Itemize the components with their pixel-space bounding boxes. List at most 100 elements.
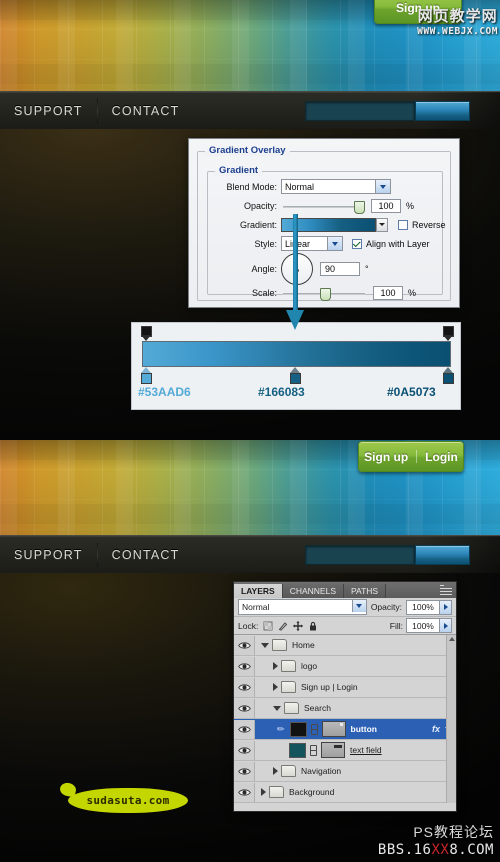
search-button-bottom[interactable] [415,545,470,565]
eye-icon[interactable] [234,719,255,739]
table-row[interactable]: Search [234,698,456,719]
tab-layers[interactable]: LAYERS [234,584,283,598]
table-row[interactable]: logo [234,656,456,677]
disclosure-triangle-icon[interactable] [273,683,278,691]
layers-opacity-input[interactable]: 100% [406,599,440,615]
eye-icon[interactable] [234,656,255,676]
gradient-color-stop-left[interactable] [140,367,152,384]
eye-icon[interactable] [234,635,255,655]
layers-blend-mode-select[interactable]: Normal [238,599,367,615]
site-navbar-top: SUPPORT CONTACT [0,91,500,131]
lock-label: Lock: [238,620,259,631]
table-row[interactable]: Navigation [234,761,456,782]
link-icon[interactable] [310,744,317,756]
scale-input[interactable]: 100 [373,285,403,300]
layer-name: Navigation [301,766,342,776]
search-input-bottom[interactable] [305,545,415,565]
table-row-selected[interactable]: ✏ button fx [234,719,456,740]
photoshop-layers-panel: LAYERS CHANNELS PATHS Normal Opacity: 10… [233,581,457,812]
blend-mode-select[interactable]: Normal [281,179,391,194]
nav-item-support[interactable]: SUPPORT [0,92,97,130]
gradient-preview-bar[interactable] [142,341,451,367]
angle-label: Angle: [251,264,277,274]
disclosure-triangle-icon[interactable] [261,788,266,796]
gradient-color-stop-mid[interactable] [289,367,301,384]
eye-icon[interactable] [234,677,255,697]
lock-transparent-pixels-icon[interactable] [263,621,273,631]
watermark-top: 网页教学网 WWW.WEBJX.COM [417,5,498,37]
scale-label: Scale: [251,287,277,298]
sudasuta-logo: sudasuta.com [68,788,188,813]
nav-item-contact[interactable]: CONTACT [98,536,194,574]
nav-item-contact[interactable]: CONTACT [98,92,194,130]
layers-scrollbar[interactable] [446,635,456,803]
chevron-down-icon[interactable] [351,600,366,612]
eye-icon[interactable] [234,698,255,718]
panel-menu-icon[interactable] [440,585,452,595]
layer-thumbnail[interactable] [289,721,307,737]
gradient-color-stop-right[interactable] [442,367,454,384]
watermark-bbs-pre: BBS.16 [377,842,432,858]
table-row[interactable]: Background [234,782,456,803]
layers-opacity-label: Opacity: [370,602,402,612]
layers-fill-input[interactable]: 100% [406,618,440,633]
table-row[interactable]: Sign up | Login [234,677,456,698]
layer-mask-thumbnail[interactable] [321,742,345,758]
fill-label: Fill: [389,620,403,631]
folder-icon [281,681,296,693]
link-icon[interactable] [310,723,318,735]
align-with-layer-checkbox[interactable] [352,238,362,249]
layer-thumbnail[interactable] [289,742,306,758]
disclosure-triangle-icon[interactable] [273,705,281,711]
lock-position-move-icon[interactable] [293,620,304,631]
gradient-opacity-stop-left[interactable] [140,326,152,341]
nav-item-support[interactable]: SUPPORT [0,536,97,574]
scroll-up-arrow-icon[interactable] [449,637,455,641]
watermark-top-en: WWW.WEBJX.COM [417,26,498,37]
gradient-overlay-dialog: Gradient Overlay Gradient Blend Mode: No… [188,138,460,308]
style-select[interactable]: Linear [281,236,343,251]
opacity-input[interactable]: 100 [371,198,401,213]
brush-indicator-icon: ✏ [277,723,285,734]
eye-icon[interactable] [234,761,255,781]
search-widget-top [305,101,470,121]
watermark-bottom: PS教程论坛 BBS.16XX8.COM [378,822,494,858]
search-input-top[interactable] [305,101,415,121]
search-button-top[interactable] [415,101,470,121]
reverse-checkbox[interactable] [398,219,408,230]
disclosure-triangle-icon[interactable] [273,767,278,775]
eye-icon[interactable] [234,782,255,802]
gradient-hex-label-mid: #166083 [258,385,305,399]
layer-mask-thumbnail[interactable] [321,721,346,737]
fill-stepper-icon[interactable] [440,618,452,633]
scale-slider-knob[interactable] [320,287,331,301]
opacity-slider-knob[interactable] [354,200,365,214]
opacity-stepper-icon[interactable] [440,599,452,615]
layer-list: Home logo Sign up | Login Search ✏ butto… [234,635,456,803]
eye-icon[interactable] [234,740,255,760]
angle-input[interactable]: 90 [320,262,360,276]
gradient-picker-chevron-icon[interactable] [376,217,388,232]
chevron-down-icon[interactable] [375,180,390,193]
table-row[interactable]: Home [234,635,456,656]
search-widget-bottom [305,545,470,565]
opacity-slider[interactable] [283,199,365,214]
tab-paths[interactable]: PATHS [344,584,387,598]
chevron-down-icon[interactable] [327,237,342,250]
gradient-opacity-stop-right[interactable] [442,326,454,341]
disclosure-triangle-icon[interactable] [261,642,269,648]
tab-channels[interactable]: CHANNELS [282,584,344,598]
gradient-hex-label-left: #53AAD6 [138,385,191,399]
screenshot-root: Sign up 网页教学网 WWW.WEBJX.COM SUPPORT CONT… [0,0,500,862]
table-row[interactable]: text field [234,740,456,761]
nav-links-bottom: SUPPORT CONTACT [0,536,194,574]
watermark-bottom-en: BBS.16XX8.COM [378,842,494,858]
reverse-label: Reverse [412,219,446,230]
disclosure-triangle-icon[interactable] [273,662,278,670]
opacity-label: Opacity: [243,200,277,211]
lock-image-pixels-brush-icon[interactable] [278,621,288,631]
sign-up-login-button[interactable]: Sign up Login [358,441,464,472]
watermark-top-cn: 网页教学网 [417,8,498,25]
fx-badge[interactable]: fx [432,724,440,734]
lock-all-icon[interactable] [308,621,318,631]
